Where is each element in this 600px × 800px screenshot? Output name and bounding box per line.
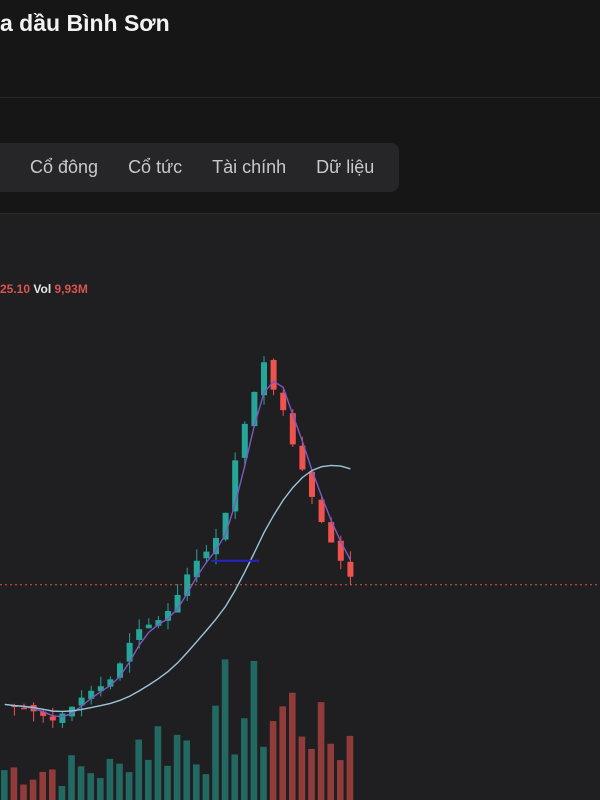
volume-bar: [173, 734, 181, 800]
volume-bar: [346, 735, 354, 800]
candle-body: [241, 423, 248, 458]
volume-bar: [164, 765, 171, 800]
volume-bar: [317, 702, 325, 800]
volume-bar: [327, 743, 334, 800]
volume-bar: [193, 764, 200, 800]
volume-bar: [10, 767, 18, 800]
volume-bar: [221, 659, 229, 800]
volume-bar: [250, 660, 258, 800]
volume-bar: [279, 706, 286, 800]
volume-bar: [58, 785, 66, 800]
volume-bar: [49, 769, 56, 800]
volume-bar: [87, 773, 94, 800]
volume-bar: [125, 772, 133, 800]
volume-bar: [202, 774, 210, 800]
candle-body: [21, 707, 27, 710]
volume-bar: [269, 721, 277, 800]
candle-body: [347, 561, 354, 577]
candle-body: [136, 629, 143, 640]
price-chart[interactable]: [0, 0, 600, 800]
volume-bar: [68, 755, 75, 800]
volume-bar: [39, 771, 46, 800]
volume-bar: [106, 758, 114, 800]
candle-body: [49, 716, 56, 721]
volume-bar: [231, 754, 238, 800]
candle-body: [59, 713, 66, 723]
candle-body: [251, 391, 258, 427]
volume-bar: [116, 763, 123, 800]
volume-bar: [298, 736, 306, 800]
candle-body: [203, 551, 210, 559]
volume-bar: [135, 739, 142, 800]
candle-body: [337, 540, 344, 561]
volume-bar: [154, 726, 162, 800]
volume-bar: [289, 692, 296, 800]
volume-bar: [212, 705, 219, 800]
volume-bar: [97, 778, 104, 800]
volume-bar: [241, 718, 248, 800]
volume-bar: [20, 784, 27, 800]
volume-bar: [337, 760, 344, 800]
candle-body: [145, 624, 152, 629]
candle-body: [289, 413, 296, 445]
volume-bar: [145, 759, 152, 800]
volume-bar: [183, 740, 190, 800]
volume-bar: [29, 779, 37, 800]
candle-body: [270, 359, 277, 390]
volume-bar: [1, 770, 8, 800]
volume-bar: [308, 748, 315, 800]
volume-bar: [77, 766, 85, 800]
volume-bar: [260, 746, 267, 800]
ma-short-line: [4, 380, 352, 718]
